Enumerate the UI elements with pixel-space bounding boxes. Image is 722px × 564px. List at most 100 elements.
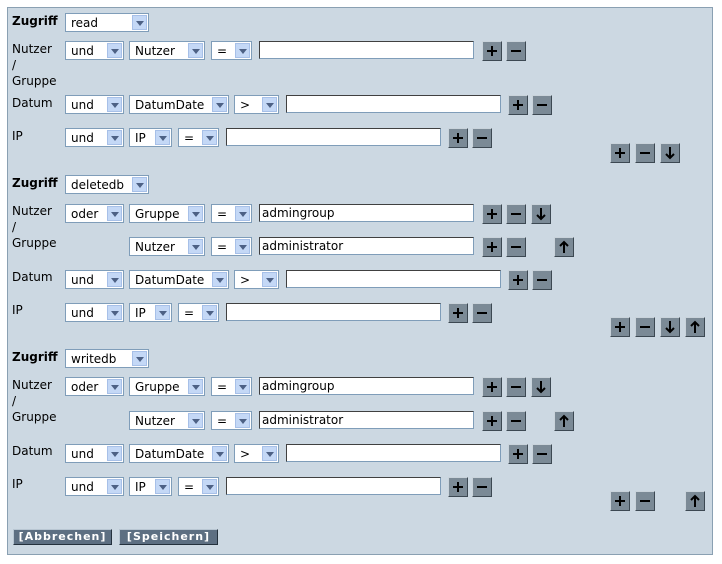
conjunction-select[interactable]: und — [65, 41, 124, 60]
value-input[interactable] — [286, 444, 501, 462]
value-input[interactable] — [226, 477, 441, 495]
add-condition-button[interactable] — [482, 411, 502, 431]
chevron-down-icon — [132, 177, 147, 192]
operator-value: = — [184, 131, 195, 145]
field-select[interactable]: Gruppe — [129, 204, 205, 223]
plus-icon — [513, 449, 523, 459]
conjunction-select[interactable]: und — [65, 444, 124, 463]
conjunction-select[interactable]: oder — [65, 377, 124, 396]
remove-condition-button[interactable] — [506, 41, 526, 61]
remove-condition-button[interactable] — [506, 204, 526, 224]
move-condition-up-button[interactable] — [554, 237, 574, 257]
operator-select[interactable]: > — [234, 95, 279, 114]
access-select[interactable]: deletedb — [65, 175, 149, 194]
remove-condition-button[interactable] — [532, 95, 552, 115]
field-select[interactable]: IP — [129, 303, 172, 322]
move-condition-down-button[interactable] — [531, 377, 551, 397]
field-value: Gruppe — [135, 207, 180, 221]
access-select[interactable]: read — [65, 13, 149, 32]
operator-select[interactable]: = — [178, 303, 219, 322]
minus-icon — [511, 420, 521, 422]
value-input[interactable]: administrator — [259, 237, 474, 255]
add-condition-button[interactable] — [482, 41, 502, 61]
conjunction-value: und — [71, 44, 94, 58]
value-input[interactable] — [259, 41, 474, 59]
value-input[interactable] — [226, 128, 441, 146]
move-rule-down-button[interactable] — [660, 317, 680, 337]
move-condition-up-button[interactable] — [554, 411, 574, 431]
field-select[interactable]: DatumDate — [129, 95, 229, 114]
remove-rule-button[interactable] — [635, 143, 655, 163]
field-value: Nutzer — [135, 240, 175, 254]
value-input[interactable] — [286, 95, 501, 113]
add-rule-button[interactable] — [610, 317, 630, 337]
operator-select[interactable]: = — [178, 477, 219, 496]
conjunction-select[interactable]: und — [65, 95, 124, 114]
add-condition-button[interactable] — [482, 377, 502, 397]
remove-condition-button[interactable] — [532, 270, 552, 290]
remove-condition-button[interactable] — [472, 477, 492, 497]
field-select[interactable]: DatumDate — [129, 444, 229, 463]
add-condition-button[interactable] — [448, 477, 468, 497]
field-value: IP — [135, 131, 146, 145]
operator-select[interactable]: > — [234, 444, 279, 463]
value-input[interactable]: admingroup — [259, 204, 474, 222]
chevron-down-icon — [107, 130, 122, 145]
conjunction-select[interactable]: und — [65, 303, 124, 322]
add-condition-button[interactable] — [448, 128, 468, 148]
cancel-button[interactable]: [Abbrechen] — [13, 529, 112, 545]
value-input[interactable] — [226, 303, 441, 321]
operator-select[interactable]: = — [211, 41, 252, 60]
add-rule-button[interactable] — [610, 143, 630, 163]
conjunction-value: oder — [71, 207, 99, 221]
chevron-down-icon — [107, 479, 122, 494]
access-select[interactable]: writedb — [65, 349, 149, 368]
save-button[interactable]: [Speichern] — [119, 529, 218, 545]
plus-icon — [615, 148, 625, 158]
value-input[interactable]: admingroup — [259, 377, 474, 395]
remove-rule-button[interactable] — [635, 317, 655, 337]
value-input[interactable]: administrator — [259, 411, 474, 429]
operator-select[interactable]: = — [211, 237, 252, 256]
operator-select[interactable]: = — [211, 204, 252, 223]
value-input[interactable] — [286, 270, 501, 288]
field-select[interactable]: Nutzer — [129, 411, 205, 430]
conjunction-select[interactable]: und — [65, 128, 124, 147]
operator-select[interactable]: = — [211, 411, 252, 430]
remove-condition-button[interactable] — [506, 411, 526, 431]
move-rule-up-button[interactable] — [685, 317, 705, 337]
field-select[interactable]: IP — [129, 477, 172, 496]
remove-condition-button[interactable] — [532, 444, 552, 464]
add-condition-button[interactable] — [508, 444, 528, 464]
add-rule-button[interactable] — [610, 491, 630, 511]
add-condition-button[interactable] — [508, 95, 528, 115]
field-select[interactable]: DatumDate — [129, 270, 229, 289]
access-label: Zugriff — [12, 176, 58, 190]
add-condition-button[interactable] — [482, 237, 502, 257]
remove-condition-button[interactable] — [506, 377, 526, 397]
add-condition-button[interactable] — [508, 270, 528, 290]
move-condition-down-button[interactable] — [531, 204, 551, 224]
conjunction-select[interactable]: und — [65, 270, 124, 289]
remove-condition-button[interactable] — [472, 128, 492, 148]
ip-label: IP — [12, 303, 23, 317]
remove-condition-button[interactable] — [472, 303, 492, 323]
operator-select[interactable]: = — [178, 128, 219, 147]
add-condition-button[interactable] — [448, 303, 468, 323]
operator-select[interactable]: > — [234, 270, 279, 289]
arrow-up-icon — [690, 320, 700, 333]
operator-value: > — [240, 98, 251, 112]
field-select[interactable]: Nutzer — [129, 237, 205, 256]
user-group-label-line2: / — [12, 220, 17, 234]
conjunction-select[interactable]: oder — [65, 204, 124, 223]
move-rule-up-button[interactable] — [685, 491, 705, 511]
field-select[interactable]: Nutzer — [129, 41, 205, 60]
remove-rule-button[interactable] — [635, 491, 655, 511]
remove-condition-button[interactable] — [506, 237, 526, 257]
field-select[interactable]: Gruppe — [129, 377, 205, 396]
conjunction-select[interactable]: und — [65, 477, 124, 496]
field-select[interactable]: IP — [129, 128, 172, 147]
move-rule-down-button[interactable] — [660, 143, 680, 163]
operator-select[interactable]: = — [211, 377, 252, 396]
add-condition-button[interactable] — [482, 204, 502, 224]
